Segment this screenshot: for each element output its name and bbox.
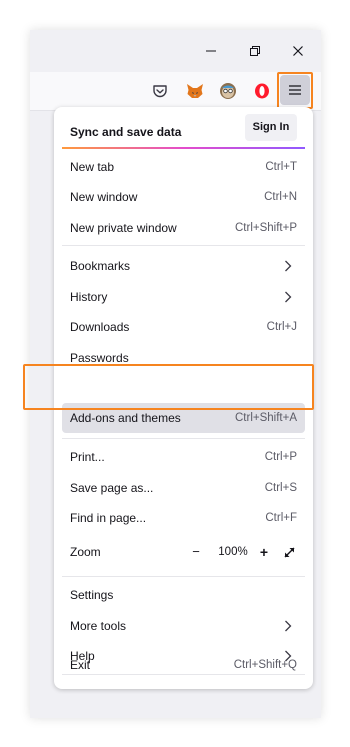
minimize-button[interactable] <box>191 36 231 66</box>
menu-item-more-tools[interactable]: More tools <box>62 611 305 641</box>
menu-separator <box>62 576 305 577</box>
menu-separator <box>62 438 305 439</box>
menu-item-find-in-page[interactable]: Find in page... Ctrl+F <box>62 503 305 533</box>
menu-item-label: Print... <box>70 450 105 464</box>
menu-separator <box>62 245 305 246</box>
menu-item-label: Bookmarks <box>70 259 131 273</box>
zoom-out-icon: − <box>192 544 200 559</box>
menu-item-shortcut: Ctrl+N <box>264 191 297 203</box>
menu-item-label: History <box>70 290 108 304</box>
menu-item-history[interactable]: History <box>62 282 305 312</box>
chevron-right-icon <box>285 620 292 632</box>
sync-gradient-divider <box>62 147 305 149</box>
menu-item-bookmarks[interactable]: Bookmarks <box>62 251 305 281</box>
menu-item-shortcut: Ctrl+Shift+Q <box>233 659 297 671</box>
menu-item-settings[interactable]: Settings <box>62 580 305 610</box>
chevron-right-icon <box>285 291 292 303</box>
menu-item-label: Exit <box>70 658 91 672</box>
menu-item-shortcut: Ctrl+Shift+P <box>235 222 297 234</box>
restore-icon <box>250 46 260 56</box>
zoom-out-button[interactable]: − <box>186 537 206 567</box>
metamask-fox-icon <box>187 84 203 98</box>
chevron-right-icon <box>285 260 292 272</box>
menu-item-label: Settings <box>70 588 114 602</box>
close-button[interactable] <box>278 36 318 66</box>
menu-item-label: New window <box>70 190 138 204</box>
menu-item-exit[interactable]: Exit Ctrl+Shift+Q <box>62 650 305 680</box>
metamask-extension-button[interactable] <box>182 78 208 104</box>
menu-item-label: Save page as... <box>70 481 154 495</box>
sign-in-button[interactable]: Sign In <box>245 114 297 141</box>
menu-item-downloads[interactable]: Downloads Ctrl+J <box>62 312 305 342</box>
zoom-in-icon: + <box>259 544 269 560</box>
browser-toolbar <box>30 72 321 111</box>
pocket-icon <box>153 85 167 98</box>
menu-item-label: New private window <box>70 221 177 235</box>
menu-button-highlight <box>277 72 313 109</box>
menu-item-shortcut: Ctrl+P <box>264 451 297 463</box>
menu-item-new-tab[interactable]: New tab Ctrl+T <box>62 152 305 182</box>
menu-item-shortcut: Ctrl+F <box>265 512 297 524</box>
addons-highlight-box <box>23 364 314 410</box>
menu-item-zoom: Zoom − 100% + <box>62 537 305 567</box>
close-icon <box>293 46 303 56</box>
menu-item-label: New tab <box>70 160 115 174</box>
menu-item-shortcut: Ctrl+J <box>266 321 297 333</box>
opera-extension-button[interactable] <box>249 78 275 104</box>
menu-item-label: Find in page... <box>70 511 147 525</box>
menu-item-label: Downloads <box>70 320 130 334</box>
fullscreen-button[interactable] <box>279 537 299 567</box>
sync-heading: Sync and save data <box>70 125 182 139</box>
menu-item-shortcut: Ctrl+T <box>265 161 297 173</box>
menu-item-print[interactable]: Print... Ctrl+P <box>62 442 305 472</box>
fullscreen-expand-icon <box>284 547 294 557</box>
zoom-level[interactable]: 100% <box>213 537 253 567</box>
menu-item-new-private-window[interactable]: New private window Ctrl+Shift+P <box>62 213 305 243</box>
zoom-in-button[interactable]: + <box>254 537 274 567</box>
opera-red-o-icon <box>255 83 269 99</box>
pocket-button[interactable] <box>147 78 173 104</box>
avatar-extension-icon <box>220 83 236 99</box>
menu-item-label: Zoom <box>70 545 101 559</box>
restore-button[interactable] <box>235 36 275 66</box>
avatar-extension-button[interactable] <box>215 78 241 104</box>
title-bar <box>30 30 321 72</box>
menu-item-new-window[interactable]: New window Ctrl+N <box>62 182 305 212</box>
minimize-icon <box>206 50 216 52</box>
menu-item-save-page-as[interactable]: Save page as... Ctrl+S <box>62 473 305 503</box>
menu-item-label: More tools <box>70 619 127 633</box>
menu-item-shortcut: Ctrl+S <box>264 482 297 494</box>
